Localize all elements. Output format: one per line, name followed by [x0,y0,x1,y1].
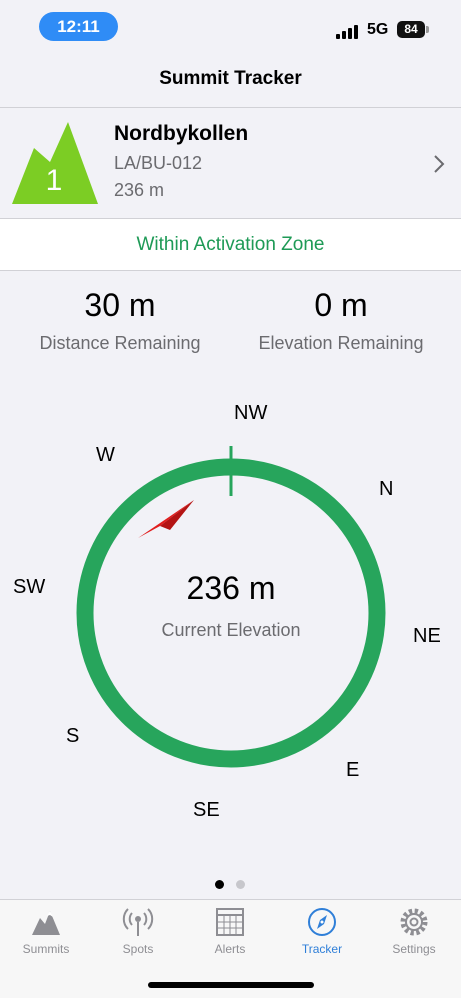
tab-label-spots: Spots [122,942,154,956]
calendar-icon [216,908,244,936]
direction-pointer-icon [138,500,194,538]
direction-pointer-shade [160,500,194,530]
mountain-icon [32,911,60,935]
compass-label-n: N [379,478,394,500]
tab-label-tracker: Tracker [301,942,343,956]
tab-settings[interactable]: Settings [369,906,459,964]
compass-label-e: E [346,759,360,781]
chevron-right-icon[interactable] [432,154,446,174]
mountain-badge-icon: 1 [12,122,98,204]
summit-elevation: 236 m [114,180,165,200]
distance-remaining-label: Distance Remaining [39,333,201,353]
status-time: 12:11 [39,12,118,41]
tab-spots[interactable]: Spots [93,906,183,964]
page-dot-active[interactable] [215,880,224,889]
page-dot[interactable] [236,880,245,889]
compass-label-sw: SW [13,576,46,598]
current-elevation-value: 236 m [186,570,276,606]
summit-reference: LA/BU-012 [114,153,203,173]
status-bar: 12:11 5G 84 [0,0,461,52]
compass-label-w: W [96,444,115,466]
page-title: Summit Tracker [159,68,302,89]
compass-label-se: SE [193,799,220,821]
compass: NW N NE E SE S SW W 236 m Current Elevat… [0,390,461,840]
compass-label-ne: NE [413,625,441,647]
network-type: 5G [367,21,389,38]
compass-label-nw: NW [234,402,268,424]
elevation-remaining-label: Elevation Remaining [258,333,424,353]
tab-label-alerts: Alerts [214,942,246,956]
zone-status-banner: Within Activation Zone [0,219,461,271]
home-indicator[interactable] [148,982,314,988]
antenna-icon [122,908,154,936]
compass-label-s: S [66,725,80,747]
distance-remaining-value: 30 m [84,287,156,323]
current-elevation-label: Current Elevation [161,620,301,640]
battery-icon: 84 [397,21,425,38]
tab-summits[interactable]: Summits [1,906,91,964]
tab-label-summits: Summits [22,942,70,956]
compass-icon [308,908,336,936]
gear-icon [400,908,428,936]
signal-icon [336,23,358,39]
tab-tracker[interactable]: Tracker [277,906,367,964]
compass-dial [76,446,386,768]
summit-card[interactable]: 1 Nordbykollen LA/BU-012 236 m [0,107,461,219]
tab-label-settings: Settings [392,942,436,956]
compass-ring [76,458,386,768]
battery-cap [426,26,429,33]
page-indicator[interactable] [213,880,253,890]
summit-badge-number: 1 [46,164,63,197]
elevation-remaining-value: 0 m [314,287,368,323]
tab-alerts[interactable]: Alerts [185,906,275,964]
summit-name: Nordbykollen [114,122,249,145]
